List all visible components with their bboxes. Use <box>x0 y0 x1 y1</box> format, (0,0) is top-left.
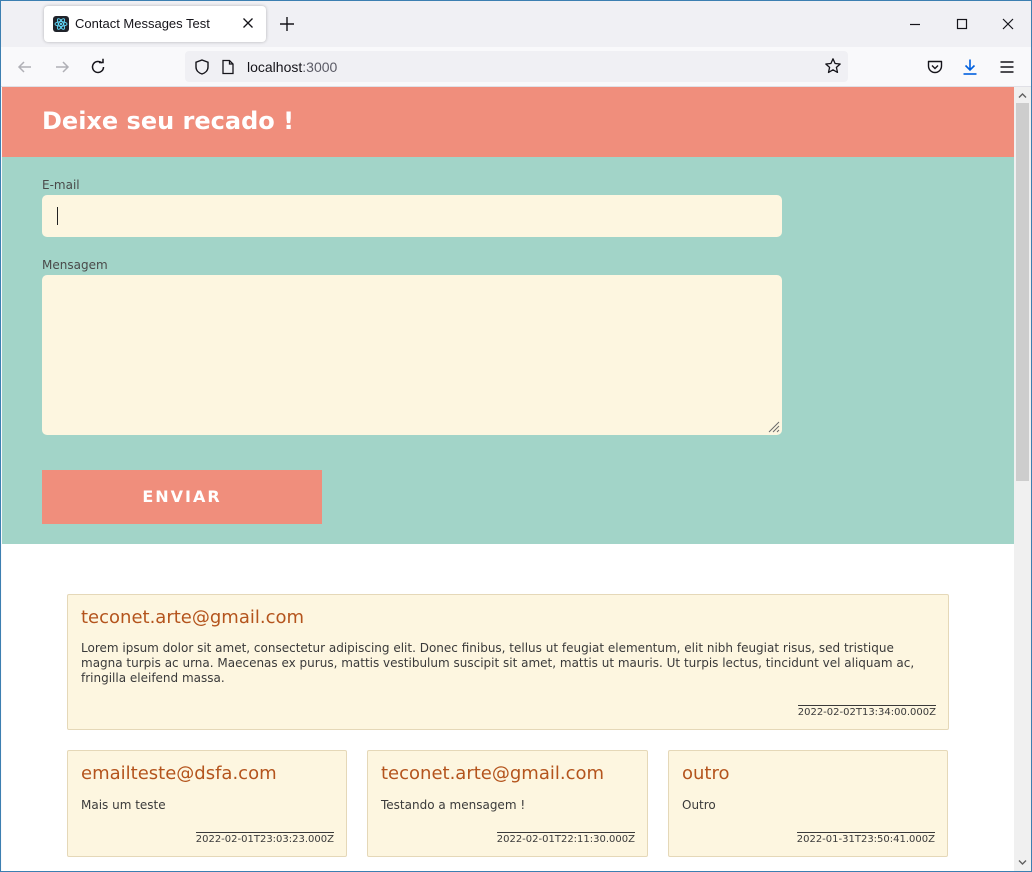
close-window-icon[interactable] <box>998 14 1018 34</box>
browser-window: Contact Messages Test localhost:3000 Dei… <box>0 0 1032 872</box>
reload-icon[interactable] <box>88 57 108 77</box>
browser-tab-active[interactable]: Contact Messages Test <box>44 6 266 42</box>
scroll-up-arrow-icon[interactable] <box>1018 91 1027 100</box>
email-label: E-mail <box>42 178 80 192</box>
text-caret <box>57 207 58 225</box>
minimize-icon[interactable] <box>905 14 925 34</box>
back-arrow-icon[interactable] <box>15 57 35 77</box>
menu-hamburger-icon[interactable] <box>997 57 1017 77</box>
page-viewport: Deixe seu recado ! E-mail Mensagem ENVIA… <box>2 87 1014 871</box>
message-card: teconet.arte@gmail.com Testando a mensag… <box>367 750 648 857</box>
page-header: Deixe seu recado ! <box>2 87 1014 157</box>
message-email: teconet.arte@gmail.com <box>381 763 605 784</box>
downloads-icon[interactable] <box>960 57 980 77</box>
vertical-scrollbar[interactable] <box>1014 87 1031 871</box>
message-card: teconet.arte@gmail.com Lorem ipsum dolor… <box>67 594 949 730</box>
forward-arrow-icon[interactable] <box>52 57 72 77</box>
contact-form: E-mail Mensagem ENVIAR <box>2 157 1014 544</box>
message-card: emailteste@dsfa.com Mais um teste 2022-0… <box>67 750 347 857</box>
message-label: Mensagem <box>42 258 108 272</box>
message-date: 2022-02-01T22:11:30.000Z <box>496 832 635 845</box>
url-port: :3000 <box>302 59 338 75</box>
message-text: Mais um teste <box>81 798 166 812</box>
email-input[interactable] <box>42 195 782 237</box>
tab-title: Contact Messages Test <box>75 16 210 31</box>
bookmark-star-icon[interactable] <box>824 57 842 75</box>
page-title: Deixe seu recado ! <box>42 107 295 135</box>
message-email: teconet.arte@gmail.com <box>81 607 305 628</box>
submit-button[interactable]: ENVIAR <box>42 470 322 524</box>
message-email: emailteste@dsfa.com <box>81 763 277 784</box>
url-text[interactable]: localhost:3000 <box>247 59 337 75</box>
scroll-down-arrow-icon[interactable] <box>1018 858 1027 867</box>
message-text: Outro <box>682 798 716 812</box>
tracking-protection-shield-icon[interactable] <box>193 58 211 76</box>
tab-strip: Contact Messages Test <box>1 1 1031 47</box>
message-card: outro Outro 2022-01-31T23:50:41.000Z <box>668 750 948 857</box>
message-date: 2022-02-01T23:03:23.000Z <box>195 832 334 845</box>
message-email: outro <box>682 763 730 784</box>
pocket-icon[interactable] <box>925 57 945 77</box>
address-bar[interactable]: localhost:3000 <box>185 51 848 82</box>
maximize-icon[interactable] <box>952 14 972 34</box>
message-textarea[interactable] <box>42 275 782 435</box>
scrollbar-thumb[interactable] <box>1016 103 1029 481</box>
url-host: localhost <box>247 59 303 75</box>
navigation-bar: localhost:3000 <box>1 47 1031 87</box>
close-tab-icon[interactable] <box>240 15 256 31</box>
message-date: 2022-02-02T13:34:00.000Z <box>797 705 936 718</box>
page-info-icon[interactable] <box>221 59 235 75</box>
react-favicon-icon <box>53 16 69 32</box>
new-tab-plus-icon[interactable] <box>278 15 296 33</box>
message-text: Testando a mensagem ! <box>381 798 526 812</box>
message-text: Lorem ipsum dolor sit amet, consectetur … <box>81 641 915 685</box>
message-date: 2022-01-31T23:50:41.000Z <box>796 832 935 845</box>
resize-grip-icon[interactable] <box>768 421 780 433</box>
